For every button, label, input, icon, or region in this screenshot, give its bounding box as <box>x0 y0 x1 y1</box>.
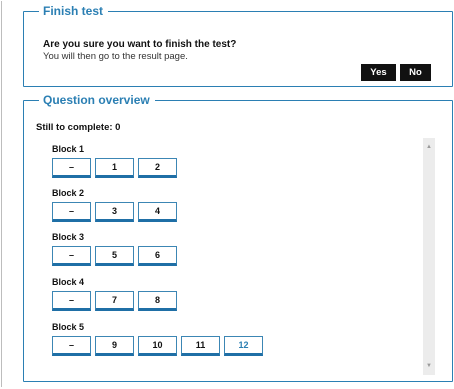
finish-question: Are you sure you want to finish the test… <box>43 39 237 50</box>
block-title: Block 2 <box>52 188 85 198</box>
question-button[interactable]: 5 <box>95 246 134 266</box>
question-block: Block 2 –3 4 <box>52 188 181 222</box>
scroll-up-arrow-icon[interactable]: ▲ <box>423 141 435 153</box>
finish-test-panel: Finish test Are you sure you want to fin… <box>23 4 453 87</box>
block-title: Block 3 <box>52 232 85 242</box>
question-button[interactable]: 1 <box>95 158 134 178</box>
question-button[interactable]: 10 <box>138 336 177 356</box>
question-overview-panel: Question overview Still to complete: 0 B… <box>23 93 453 382</box>
question-block: Block 4 –7 8 <box>52 277 181 311</box>
question-block: Block 5 –9 10 11 12 <box>52 322 267 356</box>
question-scroll-area[interactable]: Block 1–1 2 Block 2–3 4 Block 3–5 6 Block 4–7 8… <box>37 138 435 375</box>
block-title: Block 1 <box>52 144 85 154</box>
yes-button[interactable]: Yes <box>361 64 396 81</box>
finish-subtext: You will then go to the result page. <box>43 51 188 62</box>
scrollbar[interactable]: ▲ ▼ <box>423 138 435 375</box>
finish-test-title: Finish test <box>43 4 104 18</box>
block-overview-button[interactable]: – <box>52 158 91 178</box>
question-button[interactable]: 12 <box>224 336 263 356</box>
block-title: Block 4 <box>52 277 85 287</box>
question-button-row: –7 8 <box>52 291 181 311</box>
question-button[interactable]: 7 <box>95 291 134 311</box>
question-overview-legend: Question overview <box>30 93 155 107</box>
question-button[interactable]: 4 <box>138 202 177 222</box>
no-button[interactable]: No <box>400 64 431 81</box>
finish-test-legend: Finish test <box>30 4 109 18</box>
question-button-row: –1 2 <box>52 158 181 178</box>
block-overview-button[interactable]: – <box>52 246 91 266</box>
question-button[interactable]: 9 <box>95 336 134 356</box>
legend-dash <box>30 99 39 101</box>
question-button-row: –3 4 <box>52 202 181 222</box>
block-overview-button[interactable]: – <box>52 336 91 356</box>
block-title: Block 5 <box>52 322 85 332</box>
block-overview-button[interactable]: – <box>52 291 91 311</box>
question-button-row: –9 10 11 12 <box>52 336 267 356</box>
question-button[interactable]: 8 <box>138 291 177 311</box>
still-to-complete: Still to complete: 0 <box>36 122 121 133</box>
question-button-row: –5 6 <box>52 246 181 266</box>
question-button[interactable]: 3 <box>95 202 134 222</box>
block-overview-button[interactable]: – <box>52 202 91 222</box>
question-block: Block 3 –5 6 <box>52 232 181 266</box>
question-button[interactable]: 11 <box>181 336 220 356</box>
question-block: Block 1 –1 2 <box>52 144 181 178</box>
legend-dash <box>30 10 39 12</box>
question-overview-title: Question overview <box>43 93 150 107</box>
question-button[interactable]: 2 <box>138 158 177 178</box>
question-button[interactable]: 6 <box>138 246 177 266</box>
scroll-down-arrow-icon[interactable]: ▼ <box>423 360 435 372</box>
